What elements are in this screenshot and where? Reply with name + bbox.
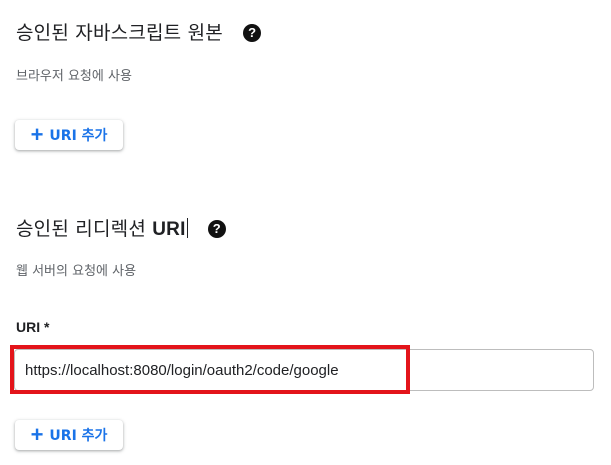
plus-icon: + [30, 422, 44, 447]
add-js-origin-uri-button[interactable]: + URI 추가 [15, 120, 123, 150]
add-redirect-uri-button[interactable]: + URI 추가 [15, 420, 123, 450]
redirect-uris-description: 웹 서버의 요청에 사용 [16, 264, 137, 279]
js-origins-description: 브라우저 요청에 사용 [16, 69, 132, 84]
text-cursor [186, 218, 188, 238]
add-redirect-uri-label: URI 추가 [49, 428, 108, 444]
plus-icon: + [30, 122, 44, 147]
add-js-origin-uri-label: URI 추가 [49, 128, 108, 144]
uri-field-label: URI * [16, 319, 50, 335]
js-origins-title-text: 승인된 자바스크립트 원본 [16, 22, 223, 44]
redirect-uris-title-prefix: 승인된 리디렉션 [16, 218, 153, 240]
redirect-uris-title-suffix: URI [152, 219, 186, 240]
help-circle-icon[interactable]: ? [243, 24, 262, 42]
redirect-uri-input[interactable] [25, 359, 580, 381]
help-circle-icon[interactable]: ? [207, 220, 226, 238]
oauth-client-settings: 승인된 자바스크립트 원본 ? 브라우저 요청에 사용 + URI 추가 승인된… [0, 0, 611, 465]
js-origins-title: 승인된 자바스크립트 원본 ? [16, 18, 262, 45]
redirect-uris-title: 승인된 리디렉션 URI ? [16, 214, 226, 241]
redirect-uri-field[interactable] [14, 349, 594, 391]
